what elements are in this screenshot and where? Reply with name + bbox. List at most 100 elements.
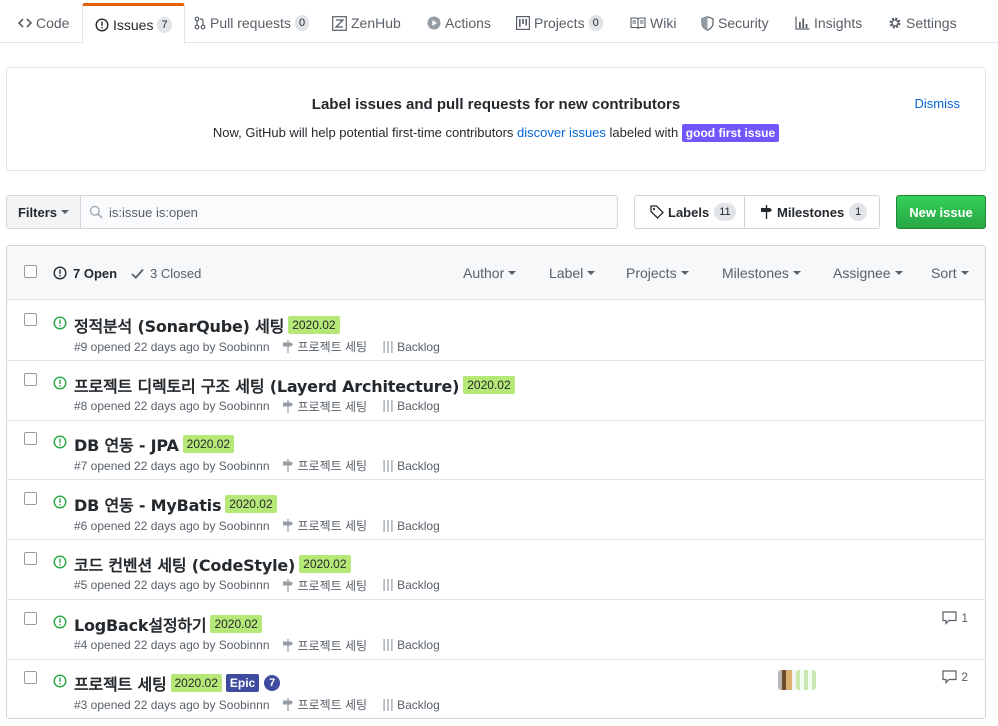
issue-label[interactable]: 2020.02: [299, 554, 351, 573]
project-icon: [383, 340, 393, 353]
issue-project: Backlog: [397, 578, 440, 593]
issue-checkbox[interactable]: [24, 492, 37, 506]
search-input[interactable]: [109, 204, 589, 220]
issue-opened-info: #3 opened 22 days ago by Soobinnn: [74, 697, 270, 712]
shield-icon: [701, 15, 714, 31]
issue-search: [80, 195, 618, 229]
chevron-down-icon: [960, 271, 969, 275]
graph-icon: [795, 16, 810, 30]
issue-label[interactable]: 2020.02: [170, 674, 222, 693]
milestone-icon: [282, 459, 294, 473]
issue-title-line: LogBack설정하기 2020.02: [74, 612, 262, 636]
tab-label: Wiki: [650, 15, 677, 31]
good-first-issue-label[interactable]: good first issue: [681, 124, 780, 142]
tab-settings[interactable]: Settings: [888, 3, 957, 43]
author-filter[interactable]: Author: [463, 246, 517, 300]
issue-opened-info: #4 opened 22 days ago by Soobinnn: [74, 638, 270, 652]
issue-label[interactable]: 2020.02: [288, 316, 340, 334]
issue-milestone-link[interactable]: 프로젝트 세팅: [282, 577, 368, 594]
select-all-checkbox[interactable]: [24, 265, 37, 278]
issue-title-link[interactable]: 프로젝트 세팅: [74, 671, 167, 695]
issues-list-header: 7 Open 3 Closed Author Label Projects Mi…: [7, 246, 985, 300]
sort-filter[interactable]: Sort: [931, 246, 969, 300]
milestones-button[interactable]: Milestones 1: [744, 195, 880, 229]
issue-checkbox[interactable]: [24, 671, 37, 685]
epic-label[interactable]: Epic: [225, 674, 260, 693]
comments-link[interactable]: 1: [942, 611, 968, 625]
project-icon: [383, 400, 393, 413]
comments-link[interactable]: 2: [942, 670, 968, 684]
avatar[interactable]: [778, 670, 798, 691]
label-filter[interactable]: Label: [549, 246, 596, 300]
banner-description: Now, GitHub will help potential first-ti…: [7, 124, 985, 142]
issue-milestone-link[interactable]: 프로젝트 세팅: [282, 637, 368, 654]
issue-milestone-link[interactable]: 프로젝트 세팅: [282, 457, 367, 474]
labels-button[interactable]: Labels 11: [634, 195, 745, 229]
dismiss-button[interactable]: Dismiss: [915, 96, 961, 111]
discover-issues-link[interactable]: discover issues: [517, 125, 606, 140]
tab-label: Code: [36, 15, 70, 31]
issue-title-link[interactable]: LogBack설정하기: [74, 612, 207, 636]
milestones-filter[interactable]: Milestones: [722, 246, 801, 300]
issue-title-link[interactable]: 프로젝트 디렉토리 구조 세팅 (Layerd Architecture): [74, 373, 459, 397]
tab-issues[interactable]: Issues 7: [82, 3, 185, 44]
issue-checkbox[interactable]: [24, 611, 37, 625]
avatar[interactable]: [796, 670, 816, 691]
issue-checkbox[interactable]: [24, 313, 37, 326]
issue-project-link[interactable]: Backlog: [383, 698, 440, 712]
issue-milestone: 프로젝트 세팅: [297, 638, 368, 653]
issue-project-link[interactable]: Backlog: [383, 578, 440, 592]
issue-meta: #7 opened 22 days ago by Soobinnn 프로젝트 세…: [74, 457, 440, 474]
tab-wiki[interactable]: Wiki: [630, 3, 676, 43]
comments-count: 2: [961, 670, 968, 685]
issue-project-link[interactable]: Backlog: [383, 459, 440, 473]
issue-checkbox[interactable]: [24, 372, 37, 386]
tab-projects[interactable]: Projects 0: [516, 3, 603, 43]
projects-filter[interactable]: Projects: [626, 246, 689, 300]
issue-checkbox[interactable]: [24, 432, 37, 446]
issue-milestone-link[interactable]: 프로젝트 세팅: [282, 517, 367, 534]
tab-code[interactable]: Code: [18, 3, 69, 43]
issue-project: Backlog: [397, 697, 440, 712]
open-issues-toggle[interactable]: 7 Open: [53, 246, 117, 300]
tab-label: Issues: [113, 17, 154, 33]
issue-opened-info: #9 opened 22 days ago by Soobinnn: [74, 339, 270, 354]
tab-insights[interactable]: Insights: [795, 3, 862, 43]
milestone-icon: [282, 578, 294, 592]
issue-title-link[interactable]: DB 연동 - JPA: [74, 432, 179, 456]
labels-label: Labels: [668, 204, 710, 220]
issue-project-link[interactable]: Backlog: [383, 638, 440, 652]
issue-label[interactable]: 2020.02: [225, 495, 277, 514]
check-icon: [131, 268, 144, 279]
filters-dropdown[interactable]: Filters: [6, 195, 81, 229]
issue-milestone-link[interactable]: 프로젝트 세팅: [282, 696, 367, 713]
issue-title-link[interactable]: 코드 컨벤션 세팅 (CodeStyle): [74, 552, 295, 576]
new-issue-button[interactable]: New issue: [896, 195, 986, 229]
issue-milestone-link[interactable]: 프로젝트 세팅: [282, 398, 367, 415]
tab-zenhub[interactable]: ZenHub: [332, 3, 401, 43]
issue-label[interactable]: 2020.02: [182, 435, 235, 454]
closed-issues-toggle[interactable]: 3 Closed: [131, 246, 201, 300]
banner-title: Label issues and pull requests for new c…: [311, 96, 681, 113]
issue-label[interactable]: 2020.02: [210, 614, 262, 633]
issue-checkbox[interactable]: [24, 551, 37, 565]
tab-pull-requests[interactable]: Pull requests 0: [194, 3, 310, 43]
issue-project-link[interactable]: Backlog: [383, 519, 440, 533]
issue-milestone-link[interactable]: 프로젝트 세팅: [282, 338, 367, 355]
issue-opened-info: #5 opened 22 days ago by Soobinnn: [74, 578, 270, 593]
issue-label[interactable]: 2020.02: [463, 375, 515, 394]
issue-title-link[interactable]: DB 연동 - MyBatis: [74, 492, 221, 516]
repo-nav-tabs: Code Issues 7 Pull requests 0 ZenHub Act…: [0, 0, 998, 44]
chevron-down-icon: [587, 271, 596, 275]
issue-project-link[interactable]: Backlog: [383, 399, 440, 413]
issue-meta: #9 opened 22 days ago by Soobinnn 프로젝트 세…: [74, 338, 440, 355]
assignee-filter[interactable]: Assignee: [833, 246, 903, 300]
tab-actions[interactable]: Actions: [427, 3, 491, 43]
milestone-icon: [282, 638, 294, 652]
issue-title-link[interactable]: 정적분석 (SonarQube) 세팅: [74, 313, 284, 337]
issue-project-link[interactable]: Backlog: [383, 340, 440, 354]
tab-security[interactable]: Security: [701, 3, 769, 43]
milestone-icon: [282, 399, 294, 413]
issue-project: Backlog: [397, 339, 440, 354]
issue-milestone: 프로젝트 세팅: [297, 578, 368, 593]
